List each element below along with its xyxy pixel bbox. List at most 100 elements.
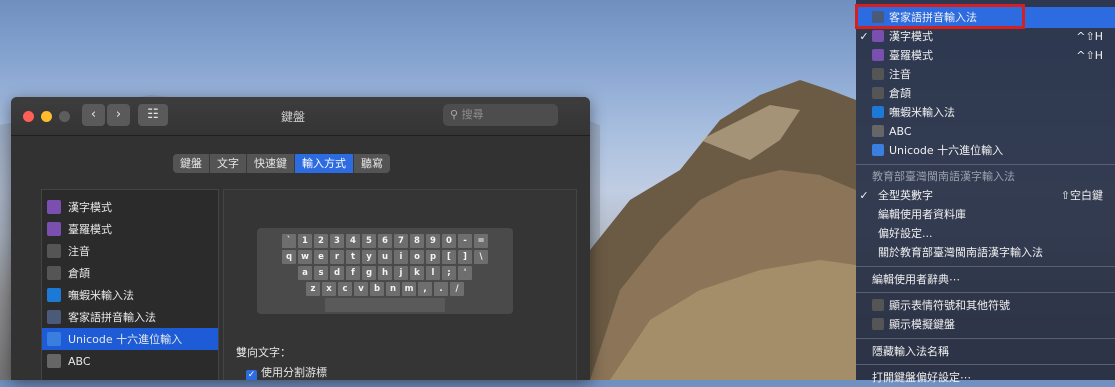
- keyboard-key: 3: [330, 234, 344, 248]
- menu-item-label: Unicode 十六進位輸入: [889, 144, 1004, 157]
- keyboard-key: r: [330, 250, 344, 264]
- tab-input-sources[interactable]: 輸入方式: [295, 154, 354, 173]
- input-source-item[interactable]: Unicode 十六進位輸入: [42, 328, 218, 350]
- keyboard-key: f: [346, 266, 360, 280]
- input-source-detail-panel: ` 1 2 3 4 5 6 7 8 9 0- = q w e r t y u i o p[] \ a s d f g h j k l; ' z x c…: [223, 189, 577, 380]
- menu-hide-name[interactable]: 隱藏輸入法名稱: [856, 342, 1115, 361]
- keyboard-key: 7: [394, 234, 408, 248]
- tab-keyboard[interactable]: 鍵盤: [173, 154, 210, 173]
- han-icon: [47, 200, 61, 214]
- input-source-item[interactable]: 臺羅模式: [42, 218, 218, 240]
- chevron-left-icon: ‹: [90, 107, 97, 122]
- keyboard-key: 8: [410, 234, 424, 248]
- emoji-viewer-icon: [872, 299, 884, 311]
- input-source-label: ABC: [68, 354, 91, 368]
- keyboard-key: [: [442, 250, 456, 264]
- keyboard-key: ,: [418, 282, 432, 296]
- keyboard-key: b: [370, 282, 384, 296]
- menu-separator: [856, 338, 1115, 339]
- cangjie-icon: [47, 266, 61, 280]
- menu-item-abc[interactable]: ABC: [856, 122, 1115, 141]
- keyboard-key: h: [378, 266, 392, 280]
- keyboard-key: ;: [442, 266, 456, 280]
- boshiamy-icon: [47, 288, 61, 302]
- menu-edit-dictionary[interactable]: 編輯使用者辭典⋯: [856, 270, 1115, 289]
- zoom-button[interactable]: [59, 111, 70, 122]
- keyboard-preferences-window: ‹ › ☷ 鍵盤 ⚲ 搜尋 鍵盤 文字 快速鍵 輸入方式 聽寫 漢字模式臺羅模式…: [11, 97, 590, 380]
- zhuyin-icon: [47, 244, 61, 258]
- input-source-item[interactable]: 嘸蝦米輸入法: [42, 284, 218, 306]
- unicode-icon: [872, 144, 884, 156]
- menu-item-zhuyin[interactable]: 注音: [856, 65, 1115, 84]
- menu-shortcut: ^⇧H: [1076, 30, 1103, 43]
- tab-shortcuts[interactable]: 快速鍵: [247, 154, 295, 173]
- keyboard-key: `: [282, 234, 296, 248]
- split-cursor-checkbox[interactable]: ✓ 使用分割游標: [246, 364, 327, 380]
- keyboard-key: a: [298, 266, 312, 280]
- space-key: [325, 298, 445, 312]
- abc-icon: [47, 354, 61, 368]
- back-button[interactable]: ‹: [82, 104, 105, 126]
- chevron-right-icon: ›: [115, 107, 122, 122]
- keyboard-key: g: [362, 266, 376, 280]
- tab-dictation[interactable]: 聽寫: [354, 154, 390, 173]
- search-icon: ⚲: [450, 108, 459, 121]
- menu-item-label: 漢字模式: [889, 30, 933, 43]
- menu-item-tailo[interactable]: 臺羅模式 ^⇧H: [856, 46, 1115, 65]
- zhuyin-icon: [872, 68, 884, 80]
- menu-item-cangjie[interactable]: 倉頡: [856, 84, 1115, 103]
- input-source-item[interactable]: 注音: [42, 240, 218, 262]
- menu-show-keyboard-viewer[interactable]: 顯示模擬鍵盤: [856, 315, 1115, 334]
- window-title: 鍵盤: [281, 110, 306, 124]
- show-all-button[interactable]: ☷: [138, 104, 168, 126]
- menu-item-unicode[interactable]: Unicode 十六進位輸入: [856, 141, 1115, 160]
- menu-sub-item[interactable]: ✓ 全型英數字 ⇧空白鍵: [856, 186, 1115, 205]
- keyboard-key: 6: [378, 234, 392, 248]
- input-source-item[interactable]: ABC: [42, 350, 218, 372]
- keyboard-key: /: [450, 282, 464, 296]
- forward-button[interactable]: ›: [107, 104, 130, 126]
- menu-sub-item[interactable]: 關於教育部臺灣閩南語漢字輸入法: [856, 243, 1115, 262]
- search-field[interactable]: ⚲ 搜尋: [443, 104, 558, 126]
- menu-item-label: 編輯使用者資料庫: [878, 208, 966, 221]
- menu-sub-item[interactable]: 編輯使用者資料庫: [856, 205, 1115, 224]
- tab-text[interactable]: 文字: [210, 154, 247, 173]
- input-menu: 客家語拼音輸入法 ✓ 漢字模式 ^⇧H 臺羅模式 ^⇧H 注音 倉頡 嘸蝦米輸入法 ABC Unic…: [856, 0, 1115, 384]
- menu-item-han[interactable]: ✓ 漢字模式 ^⇧H: [856, 27, 1115, 46]
- input-source-label: 漢字模式: [68, 201, 112, 214]
- keyboard-key: q: [282, 250, 296, 264]
- close-button[interactable]: [23, 111, 34, 122]
- menu-item-boshiamy[interactable]: 嘸蝦米輸入法: [856, 103, 1115, 122]
- keyboard-key: -: [458, 234, 472, 248]
- menu-show-emoji[interactable]: 顯示表情符號和其他符號: [856, 296, 1115, 315]
- input-source-label: 臺羅模式: [68, 223, 112, 236]
- input-source-label: 注音: [68, 245, 90, 258]
- menu-sub-item[interactable]: 偏好設定...: [856, 224, 1115, 243]
- keyboard-key: d: [330, 266, 344, 280]
- keyboard-key: x: [322, 282, 336, 296]
- minimize-button[interactable]: [41, 111, 52, 122]
- keyboard-key: v: [354, 282, 368, 296]
- cangjie-icon: [872, 87, 884, 99]
- tailo-icon: [872, 49, 884, 61]
- keyboard-key: .: [434, 282, 448, 296]
- input-source-item[interactable]: 客家語拼音輸入法: [42, 306, 218, 328]
- keyboard-key: 9: [426, 234, 440, 248]
- keyboard-row: q w e r t y u i o p[] \: [257, 250, 513, 264]
- keyboard-key: i: [394, 250, 408, 264]
- keyboard-row: z x c v b n m,. /: [257, 282, 513, 296]
- input-source-label: 客家語拼音輸入法: [68, 311, 156, 324]
- keyboard-key: s: [314, 266, 328, 280]
- input-source-label: Unicode 十六進位輸入: [68, 333, 183, 346]
- annotation-highlight-box: [855, 4, 1025, 29]
- bidi-text-label: 雙向文字：: [236, 346, 291, 359]
- window-titlebar: ‹ › ☷ 鍵盤 ⚲ 搜尋: [11, 97, 590, 136]
- menu-open-keyboard-prefs[interactable]: 打開鍵盤偏好設定⋯: [856, 368, 1115, 387]
- boshiamy-icon: [872, 106, 884, 118]
- input-source-item[interactable]: 漢字模式: [42, 196, 218, 218]
- menu-item-label: 顯示表情符號和其他符號: [889, 299, 1010, 312]
- input-source-item[interactable]: 倉頡: [42, 262, 218, 284]
- menu-item-label: ABC: [889, 125, 912, 138]
- input-source-label: 倉頡: [68, 267, 90, 280]
- keyboard-key: n: [386, 282, 400, 296]
